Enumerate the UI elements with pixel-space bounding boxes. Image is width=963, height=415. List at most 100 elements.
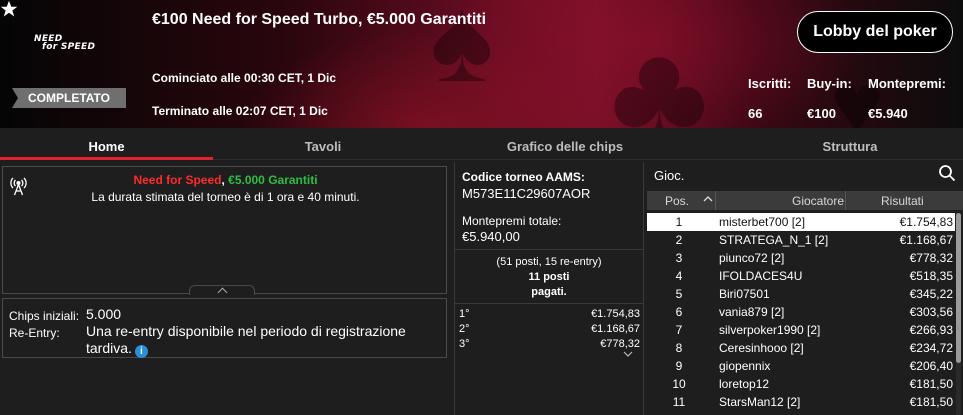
player-row[interactable]: 1 misterbet700 [2] €1.754,83 — [647, 213, 955, 231]
payout-position: 2° — [459, 323, 470, 335]
player-result: €518,35 — [909, 269, 953, 283]
players-scrollbar-thumb[interactable] — [956, 213, 961, 363]
tournament-details-panel: Chips iniziali: 5.000 Re-Entry: Una re-e… — [2, 298, 447, 358]
player-position: 5 — [675, 287, 683, 301]
entrants-label: Iscritti: — [748, 76, 792, 91]
column-player[interactable]: Giocatore — [792, 194, 844, 208]
player-row[interactable]: 4 IFOLDACES4U €518,35 — [647, 267, 955, 285]
payout-row: 2° €1.168,67 — [457, 323, 643, 338]
payout-row: 3° €778,32 — [457, 338, 643, 353]
player-name: IFOLDACES4U — [719, 269, 803, 283]
need-for-speed-logo: NEED for SPEED — [34, 34, 96, 52]
tab-structure[interactable]: Struttura — [760, 128, 940, 160]
player-row[interactable]: 3 piunco72 [2] €778,32 — [647, 249, 955, 267]
player-result: €778,32 — [909, 251, 953, 265]
player-row[interactable]: 2 STRATEGA_N_1 [2] €1.168,67 — [647, 231, 955, 249]
players-panel: Gioc. Pos. Giocatore Risultati 1 misterb… — [647, 162, 963, 415]
expand-payouts-chevron-icon[interactable] — [623, 350, 633, 358]
tournament-headline: Need for Speed, €5.000 Garantiti — [3, 173, 448, 187]
player-name: StarsMan12 [2] — [719, 395, 801, 409]
player-row[interactable]: 11 StarsMan12 [2] €181,50 — [647, 393, 955, 411]
tab-tables[interactable]: Tavoli — [213, 128, 433, 160]
player-position: 2 — [675, 233, 683, 247]
payout-position: 3° — [459, 338, 470, 350]
starting-chips-value: 5.000 — [86, 306, 122, 322]
player-row[interactable]: 8 Ceresinhooo [2] €234,72 — [647, 339, 955, 357]
payout-amount: €1.754,83 — [591, 308, 640, 320]
prizepool-label: Montepremi: — [868, 76, 946, 91]
player-position: 7 — [675, 323, 683, 337]
payout-divider — [455, 303, 643, 304]
column-position[interactable]: Pos. — [665, 194, 689, 208]
info-icon[interactable]: i — [134, 345, 148, 358]
headline-name: Need for Speed — [133, 173, 222, 187]
headline-guarantee: €5.000 Garantiti — [228, 173, 318, 187]
player-result: €234,72 — [909, 341, 953, 355]
player-name: loretop12 — [719, 377, 770, 391]
paid-seats-info: (51 posti, 15 re-entry) 11 posti pagati. — [455, 255, 643, 300]
player-position: 10 — [672, 377, 686, 391]
column-divider — [715, 191, 716, 210]
column-divider — [845, 191, 846, 210]
prize-divider — [455, 249, 643, 250]
player-name: vania879 [2] — [719, 305, 785, 319]
search-icon[interactable] — [938, 164, 956, 182]
player-result: €1.754,83 — [899, 215, 953, 229]
duration-text: La durata stimata del torneo è di 1 ora … — [91, 190, 360, 204]
player-row[interactable]: 7 silverpoker1990 [2] €266,93 — [647, 321, 955, 339]
prizepool-value: €5.940 — [868, 106, 908, 121]
payout-amount: €778,32 — [600, 338, 640, 350]
payout-position: 1° — [459, 308, 470, 320]
seats-paid-suffix: pagati. — [531, 286, 567, 298]
player-result: €206,40 — [909, 359, 953, 373]
player-position: 1 — [675, 215, 683, 229]
player-row[interactable]: 6 vania879 [2] €303,56 — [647, 303, 955, 321]
tab-chip-graph[interactable]: Grafico delle chips — [450, 128, 680, 160]
tab-home[interactable]: Home — [0, 128, 213, 160]
poker-lobby-button[interactable]: Lobby del poker — [797, 11, 953, 53]
player-name: piunco72 [2] — [719, 251, 785, 265]
buyin-label: Buy-in: — [807, 76, 852, 91]
tournament-info-panel: Need for Speed, €5.000 Garantiti La dura… — [2, 166, 447, 294]
column-results[interactable]: Risultati — [881, 194, 924, 208]
player-position: 6 — [675, 305, 683, 319]
tab-bar: Home Tavoli Grafico delle chips Struttur… — [0, 128, 963, 160]
player-result: €345,22 — [909, 287, 953, 301]
player-position: 4 — [675, 269, 683, 283]
player-position: 9 — [675, 359, 683, 373]
start-time: Cominciato alle 00:30 CET, 1 Dic — [152, 71, 337, 85]
player-position: 3 — [675, 251, 683, 265]
total-prize-value: €5.940,00 — [462, 229, 520, 244]
total-prize-label: Montepremi totale: — [462, 214, 562, 228]
reentry-value: Una re-entry disponibile nel periodo di … — [86, 323, 426, 358]
player-position: 11 — [672, 395, 686, 409]
payout-row: 1° €1.754,83 — [457, 308, 643, 323]
player-name: STRATEGA_N_1 [2] — [719, 233, 829, 247]
player-row[interactable]: 10 loretop12 €181,50 — [647, 375, 955, 393]
player-position: 8 — [675, 341, 683, 355]
seats-entries: (51 posti, 15 re-entry) — [496, 256, 602, 268]
players-table-header: Pos. Giocatore Risultati — [647, 191, 963, 210]
player-result: €266,93 — [909, 323, 953, 337]
tournament-header: ♠ ♣ ♥ NEED for SPEED COMPLETATO €100 Nee… — [0, 0, 963, 128]
player-result: €181,50 — [909, 377, 953, 391]
player-name: misterbet700 [2] — [719, 215, 806, 229]
sort-ascending-icon[interactable] — [703, 194, 713, 204]
player-name: Ceresinhooo [2] — [719, 341, 804, 355]
prize-panel: Codice torneo AAMS: M573E11C29607AOR Mon… — [454, 162, 644, 415]
player-row[interactable]: 5 Biri07501 €345,22 — [647, 285, 955, 303]
seats-paid-count: 11 posti — [528, 271, 570, 283]
player-row[interactable]: 9 giopennix €206,40 — [647, 357, 955, 375]
players-title: Gioc. — [654, 168, 685, 183]
aams-code: M573E11C29607AOR — [462, 186, 591, 201]
club-decoration: ♣ — [610, 11, 709, 128]
entrants-value: 66 — [748, 106, 763, 121]
aams-code-label: Codice torneo AAMS: — [462, 170, 585, 184]
status-badge: COMPLETATO — [12, 88, 126, 108]
collapse-toggle[interactable] — [189, 285, 255, 295]
starting-chips-label: Chips iniziali: — [9, 309, 80, 323]
player-result: €1.168,67 — [899, 233, 953, 247]
reentry-label: Re-Entry: — [9, 326, 60, 340]
end-time: Terminato alle 02:07 CET, 1 Dic — [152, 104, 328, 118]
favorite-star-icon[interactable] — [0, 0, 18, 18]
